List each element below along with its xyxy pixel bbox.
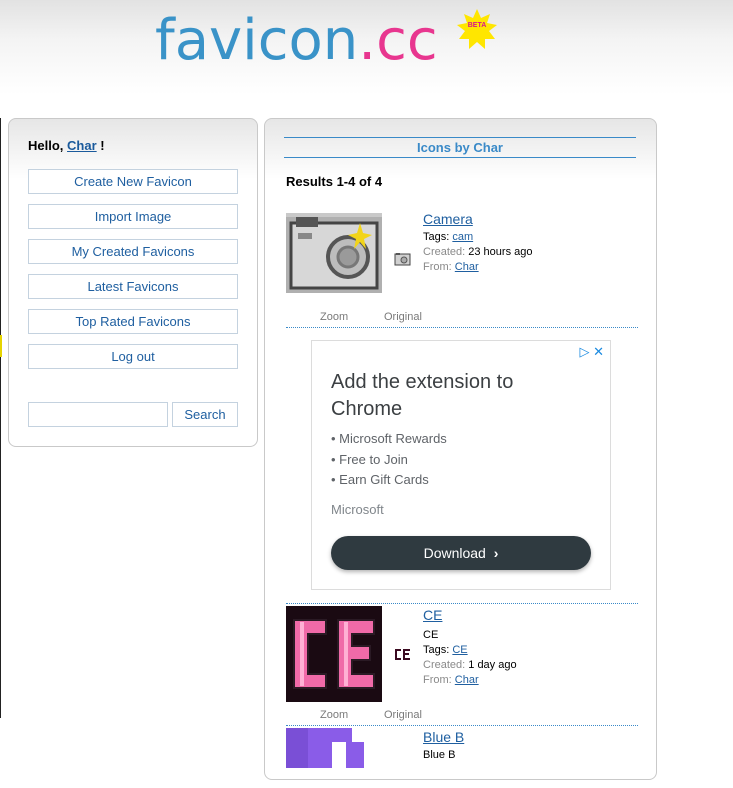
ad-choices-icon[interactable]: ▷ ✕ <box>579 344 604 360</box>
greeting-suffix: ! <box>100 138 105 153</box>
zoom-caption: Zoom <box>320 709 349 721</box>
search-input[interactable] <box>28 402 168 427</box>
top-rated-button[interactable]: Top Rated Favicons <box>28 309 238 334</box>
beta-badge-text: BETA <box>467 22 487 29</box>
created-value: 1 day ago <box>468 659 517 671</box>
camera-zoom-icon[interactable] <box>286 213 382 309</box>
entry-divider <box>286 327 638 328</box>
icon-name-link[interactable]: Camera <box>423 211 473 227</box>
icon-entry: Camera Tags: cam Created: 23 hours ago F… <box>286 211 638 326</box>
entry-divider <box>286 603 638 604</box>
entry-divider <box>286 725 638 726</box>
created-label: Created: <box>423 659 466 671</box>
icon-name-link[interactable]: Blue B <box>423 729 464 745</box>
ce-zoom-icon[interactable] <box>286 606 382 702</box>
site-logo[interactable]: favicon.cc <box>155 6 438 76</box>
icons-panel: Icons by Char Results 1-4 of 4 Camera Ta… <box>264 118 657 780</box>
icon-description: Blue B <box>423 749 456 761</box>
camera-original-icon[interactable] <box>394 251 411 268</box>
icon-from: From: Char <box>423 673 479 688</box>
logo-text-main: favicon <box>155 8 359 73</box>
icon-name-link[interactable]: CE <box>423 607 442 623</box>
panel-title: Icons by Char <box>284 137 636 158</box>
ad-bullet: • Microsoft Rewards <box>331 431 447 446</box>
icon-entry: Blue B Blue B <box>286 728 638 788</box>
logo-text-tld: cc <box>376 8 438 73</box>
author-link[interactable]: Char <box>455 674 479 686</box>
icon-description: CE <box>423 629 439 641</box>
from-label: From: <box>423 674 452 686</box>
icon-entry: CE CE Tags: CE Created: 1 day ago From: … <box>286 606 638 721</box>
latest-favicons-button[interactable]: Latest Favicons <box>28 274 238 299</box>
my-favicons-button[interactable]: My Created Favicons <box>28 239 238 264</box>
original-caption: Original <box>384 311 422 323</box>
logo-dot: . <box>358 8 377 73</box>
tag-link[interactable]: CE <box>452 644 467 656</box>
logout-button[interactable]: Log out <box>28 344 238 369</box>
tag-link[interactable]: cam <box>452 231 473 243</box>
icon-created: Created: 23 hours ago <box>423 245 532 260</box>
greeting: Hello, Char ! <box>28 138 105 153</box>
blue-b-zoom-icon[interactable] <box>286 728 382 768</box>
created-value: 23 hours ago <box>468 246 533 258</box>
user-link[interactable]: Char <box>67 138 97 153</box>
user-sidebar: Hello, Char ! Create New Favicon Import … <box>8 118 258 447</box>
search-button[interactable]: Search <box>172 402 238 427</box>
created-label: Created: <box>423 246 466 258</box>
tags-label: Tags: <box>423 644 450 656</box>
site-header: favicon.cc BETA <box>0 0 733 110</box>
advertisement[interactable]: ▷ ✕ Add the extension to Chrome • Micros… <box>311 340 611 590</box>
zoom-caption: Zoom <box>320 311 349 323</box>
create-favicon-button[interactable]: Create New Favicon <box>28 169 238 194</box>
tags-label: Tags: <box>423 231 450 243</box>
beta-badge: BETA <box>456 8 498 50</box>
ce-original-icon[interactable] <box>394 646 411 663</box>
page-edge-marker <box>0 335 2 357</box>
chevron-right-icon: › <box>493 545 499 561</box>
import-image-button[interactable]: Import Image <box>28 204 238 229</box>
icon-tags: Tags: cam <box>423 230 473 245</box>
ad-download-button[interactable]: Download › <box>331 536 591 570</box>
author-link[interactable]: Char <box>455 261 479 273</box>
original-caption: Original <box>384 709 422 721</box>
ad-title: Add the extension to Chrome <box>331 371 514 420</box>
ad-bullet: • Free to Join <box>331 451 408 467</box>
page-edge-line <box>0 118 1 718</box>
icon-created: Created: 1 day ago <box>423 658 517 673</box>
ad-brand: Microsoft <box>331 502 384 517</box>
from-label: From: <box>423 261 452 273</box>
icon-from: From: Char <box>423 260 479 275</box>
icon-tags: Tags: CE <box>423 643 468 658</box>
results-count: Results 1-4 of 4 <box>286 174 383 189</box>
ad-download-label: Download <box>423 545 486 561</box>
ad-bullet: • Earn Gift Cards <box>331 472 429 487</box>
greeting-prefix: Hello, <box>28 138 64 153</box>
ad-bullets: • Microsoft Rewards • Free to Join • Ear… <box>331 429 447 491</box>
